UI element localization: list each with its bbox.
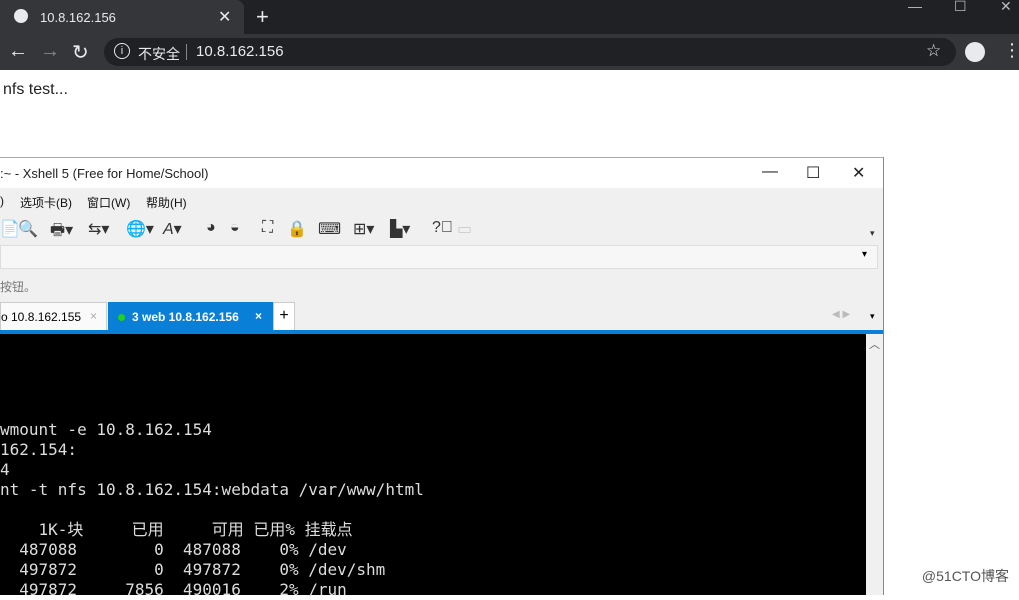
- xshell-title: :~ - Xshell 5 (Free for Home/School): [0, 166, 209, 181]
- tab-label: 3 web 10.8.162.156: [132, 310, 239, 324]
- terminal-line: wmount -e 10.8.162.154: [0, 420, 212, 439]
- paste-icon[interactable]: 📄: [0, 219, 20, 239]
- maximize-icon[interactable]: ☐: [954, 0, 967, 15]
- tab-label: o 10.8.162.155: [1, 310, 82, 324]
- df-row: 497872 7856 490016 2% /run: [0, 580, 347, 599]
- not-secure-label: 不安全: [138, 46, 180, 62]
- scroll-up-icon[interactable]: ︿: [869, 336, 880, 352]
- terminal-scrollbar[interactable]: ︿: [866, 334, 883, 595]
- close-window-icon[interactable]: ✕: [1000, 0, 1012, 15]
- close-tab-icon[interactable]: ×: [90, 309, 97, 323]
- globe-icon: [14, 9, 28, 23]
- menu-item-tabs[interactable]: 选项卡(B): [20, 194, 72, 211]
- search-icon[interactable]: 🔍: [18, 219, 38, 239]
- forward-icon[interactable]: →: [40, 40, 60, 63]
- font-icon[interactable]: A▾: [163, 219, 182, 239]
- xftp-icon[interactable]: ◕: [206, 219, 216, 237]
- terminal[interactable]: wmount -e 10.8.162.154 162.154: 4 nt -t …: [0, 334, 866, 599]
- tab-scroll-arrows-icon[interactable]: ◀ ▶: [832, 309, 850, 320]
- fullscreen-icon[interactable]: ⛶: [262, 219, 273, 237]
- layout-icon[interactable]: ▙▾: [390, 219, 410, 239]
- toolbar-overflow-icon[interactable]: ▾: [870, 228, 875, 239]
- menu-item-window[interactable]: 窗口(W): [87, 194, 130, 211]
- terminal-line: nt -t nfs 10.8.162.154:webdata /var/www/…: [0, 480, 424, 499]
- menu-item[interactable]: ): [0, 194, 4, 208]
- df-row: 487088 0 487088 0% /dev: [0, 540, 347, 559]
- session-tab-active[interactable]: 3 web 10.8.162.156 ×: [108, 302, 273, 332]
- menu-icon[interactable]: ⋮: [1003, 40, 1019, 61]
- watermark: @51CTO博客: [921, 568, 1009, 584]
- add-tab-button[interactable]: +: [273, 302, 295, 332]
- bookmark-star-icon[interactable]: ☆: [926, 41, 941, 61]
- terminal-line: 4: [0, 460, 10, 479]
- new-tab-icon[interactable]: ⊞▾: [353, 219, 374, 239]
- address-bar[interactable]: i 不安全 10.8.162.156 ☆: [104, 38, 956, 66]
- divider: [186, 44, 187, 60]
- globe-icon[interactable]: 🌐▾: [126, 219, 154, 239]
- menu-item-help[interactable]: 帮助(H): [146, 194, 187, 211]
- session-tab[interactable]: o 10.8.162.155 ×: [0, 302, 107, 332]
- terminal-line: 162.154:: [0, 440, 78, 459]
- xshell-window: :~ - Xshell 5 (Free for Home/School) — ☐…: [0, 157, 884, 599]
- hint-text: 按钮。: [0, 280, 37, 294]
- maximize-icon[interactable]: ☐: [806, 163, 820, 183]
- xshell-toolbar: 📄 🔍 🖶▾ ⇆▾ 🌐▾ A▾ ◕ ◒ ⛶ 🔒 ⌨ ⊞▾ ▙▾ ?⃝ ▭ ▾: [0, 214, 883, 244]
- tab-list-icon[interactable]: ▾: [870, 311, 875, 322]
- close-tab-icon[interactable]: ×: [255, 309, 262, 323]
- connected-status-icon: [118, 314, 125, 321]
- back-icon[interactable]: ←: [8, 40, 28, 63]
- help-icon[interactable]: ?⃝: [432, 219, 453, 237]
- df-header: 1K-块 已用 可用 已用% 挂载点: [0, 520, 353, 539]
- new-tab-button[interactable]: +: [256, 4, 269, 30]
- close-tab-icon[interactable]: ✕: [218, 7, 231, 27]
- df-row: 497872 0 497872 0% /dev/shm: [0, 560, 386, 579]
- transfer-icon[interactable]: ⇆▾: [88, 219, 109, 239]
- chat-icon[interactable]: ▭: [457, 219, 472, 239]
- session-tabs: o 10.8.162.155 × 3 web 10.8.162.156 × + …: [0, 302, 883, 332]
- dropdown-icon[interactable]: ▾: [862, 249, 867, 260]
- page-text: nfs test...: [3, 81, 68, 98]
- tab-title: 10.8.162.156: [40, 10, 116, 25]
- close-icon[interactable]: ✕: [852, 163, 865, 183]
- minimize-icon[interactable]: —: [762, 163, 778, 181]
- session-address-input[interactable]: ▾: [0, 245, 878, 269]
- minimize-icon[interactable]: —: [908, 0, 922, 14]
- browser-tab[interactable]: 10.8.162.156 ✕: [0, 0, 244, 34]
- profile-avatar-icon[interactable]: [965, 42, 985, 62]
- url-text[interactable]: 10.8.162.156: [196, 43, 284, 60]
- xshell-title-bar: :~ - Xshell 5 (Free for Home/School) — ☐…: [0, 158, 883, 188]
- keyboard-icon[interactable]: ⌨: [318, 219, 341, 239]
- reload-icon[interactable]: ↻: [72, 40, 89, 65]
- lock-icon[interactable]: 🔒: [287, 219, 307, 239]
- xmanager-icon[interactable]: ◒: [230, 219, 240, 237]
- info-icon[interactable]: i: [114, 43, 130, 59]
- print-icon[interactable]: 🖶▾: [50, 219, 73, 246]
